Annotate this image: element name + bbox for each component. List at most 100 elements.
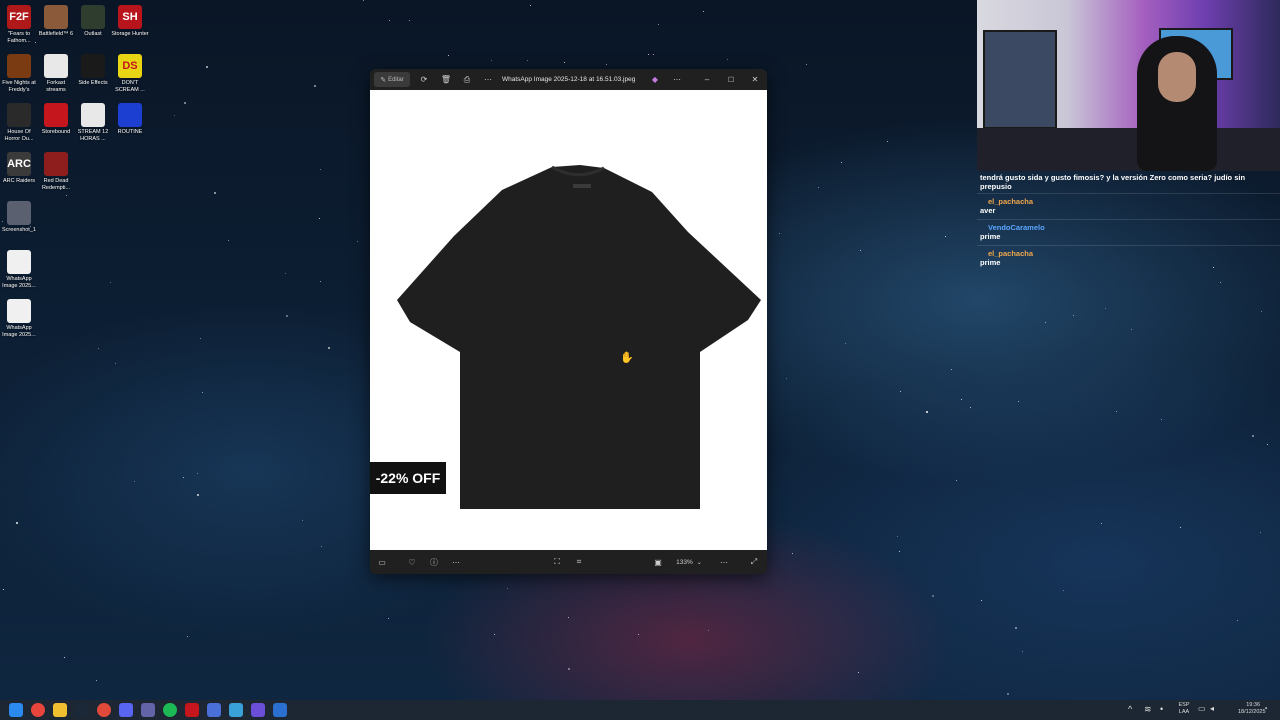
star [357,241,358,242]
close-icon[interactable]: ✕ [749,72,761,87]
star [658,24,659,25]
edit-button[interactable]: ✎ Editar [374,72,410,87]
notification-bell-icon[interactable]: ◔ [1263,704,1268,713]
desktop-icon-label: Outlast [84,31,102,37]
crop-icon[interactable]: ⛶ [551,555,563,569]
desktop-icon[interactable]: ROUTINE [111,103,149,136]
chat-message: el_pachacha aver [977,193,1280,219]
desktop-icon[interactable]: SH Storage Hunter [111,5,149,38]
maximize-icon[interactable]: ☐ [725,72,737,87]
browser-icon[interactable] [97,703,111,717]
star [1237,620,1238,621]
minimize-icon[interactable]: – [701,72,713,87]
copilot-icon[interactable]: ◆ [649,72,661,87]
star [945,236,946,237]
print-icon[interactable]: ⎙ [461,72,473,87]
desktop-icon[interactable]: Forkast streams [37,54,75,94]
app-icon [7,103,31,127]
star [1063,590,1064,591]
fullscreen-icon[interactable]: ⤢ [748,555,760,569]
photos-app-icon[interactable] [273,703,287,717]
desktop-icon[interactable]: Storebound [37,103,75,136]
star [860,250,861,251]
desktop-icon-label: STREAM 12 HORAS ... [77,129,109,142]
desktop-icon[interactable]: Red Dead Redempti... [37,152,75,192]
star [568,668,570,670]
desktop-icon[interactable]: Five Nights at Freddy's [0,54,38,94]
app-icon [44,103,68,127]
volume-icon[interactable]: ◂ [1210,704,1214,713]
filmstrip-icon[interactable]: ▭ [376,555,388,569]
star [187,636,188,637]
desktop-icon[interactable]: WhatsApp Image 2025... [0,299,38,339]
star [708,630,709,631]
desktop-icon[interactable]: Battlefield™ 6 [37,5,75,38]
more-icon[interactable]: ⋯ [482,72,494,87]
app-icon[interactable] [251,703,265,717]
microphone-icon[interactable]: • [1160,704,1163,714]
star [184,102,186,104]
steam-icon[interactable] [75,703,89,717]
star [981,600,982,601]
fit-window-icon[interactable]: ▣ [652,555,664,569]
desktop-icon[interactable]: DS DON'T SCREAM ... [111,54,149,94]
viewer-titlebar[interactable]: ✎ Editar ⟳ 🗑 ⎙ ⋯ WhatsApp Image 2025-12-… [370,69,767,90]
language-indicator[interactable]: ESP LAA [1176,702,1192,716]
discord-icon[interactable] [119,703,133,717]
app-icon[interactable] [185,703,199,717]
photo-viewer-window[interactable]: ✎ Editar ⟳ 🗑 ⎙ ⋯ WhatsApp Image 2025-12-… [370,69,767,574]
trash-icon[interactable]: 🗑 [440,72,452,87]
image-canvas[interactable]: -22% OFF ✋ [370,90,767,550]
taskbar[interactable]: ^ ≋ • ESP LAA ▭ ◂ 19:36 18/12/2025 ◔ [0,700,1280,720]
tray-chevron-icon[interactable]: ^ [1128,704,1132,714]
app-icon[interactable] [229,703,243,717]
info-icon[interactable]: ⓘ [428,555,440,569]
more-options-icon[interactable]: ⋯ [718,555,730,569]
chat-text: prime [980,258,1001,267]
star [1101,523,1102,524]
teams-icon[interactable] [141,703,155,717]
star [228,240,229,241]
star [564,62,565,63]
desktop-icon[interactable]: Screenshot_1 [0,201,38,234]
star [494,634,495,635]
desktop-icon-label: ARC Raiders [2,178,36,184]
enhance-icon[interactable]: ⌗ [573,555,585,569]
chrome-icon[interactable] [31,703,45,717]
viewer-bottombar[interactable]: ▭ ♡ ⓘ ⋯ ⛶ ⌗ ▣ 133% ⌄ ⋯ ⤢ [370,550,767,574]
file-explorer-icon[interactable] [53,703,67,717]
clock[interactable]: 19:36 18/12/2025 [1238,702,1266,716]
star [845,343,846,344]
app-icon [7,250,31,274]
desktop-icon[interactable]: Side Effects [74,54,112,87]
star [320,281,321,282]
app-icon [7,201,31,225]
desktop-icon[interactable]: STREAM 12 HORAS ... [74,103,112,143]
zoom-value: 133% [676,558,693,566]
windows-start-icon[interactable] [9,703,23,717]
app-icon [44,5,68,29]
desktop-icon-label: Storage Hunter [111,31,149,37]
desktop-icon[interactable]: Outlast [74,5,112,38]
star [1022,651,1023,652]
app-icon[interactable] [207,703,221,717]
desktop-icon[interactable]: ARC ARC Raiders [0,152,38,185]
desktop-icon[interactable]: F2F "Fears to Fathom... [0,5,38,45]
star [16,522,18,524]
favorite-heart-icon[interactable]: ♡ [406,555,418,569]
network-icon[interactable]: ≋ [1144,704,1152,715]
spotify-icon[interactable] [163,703,177,717]
more-icon[interactable]: ⋯ [450,555,462,569]
star [319,218,320,219]
display-icon[interactable]: ▭ [1198,704,1206,713]
star [200,338,201,339]
pencil-icon: ✎ [380,76,387,84]
zoom-level[interactable]: 133% ⌄ [672,555,706,569]
more-options-icon[interactable]: ⋯ [671,72,683,87]
star [1045,322,1046,323]
star [568,617,569,618]
desktop-icon[interactable]: House Of Horror Ou... [0,103,38,143]
star [786,378,787,379]
desktop-icon[interactable]: WhatsApp Image 2025... [0,250,38,290]
rotate-icon[interactable]: ⟳ [418,72,430,87]
